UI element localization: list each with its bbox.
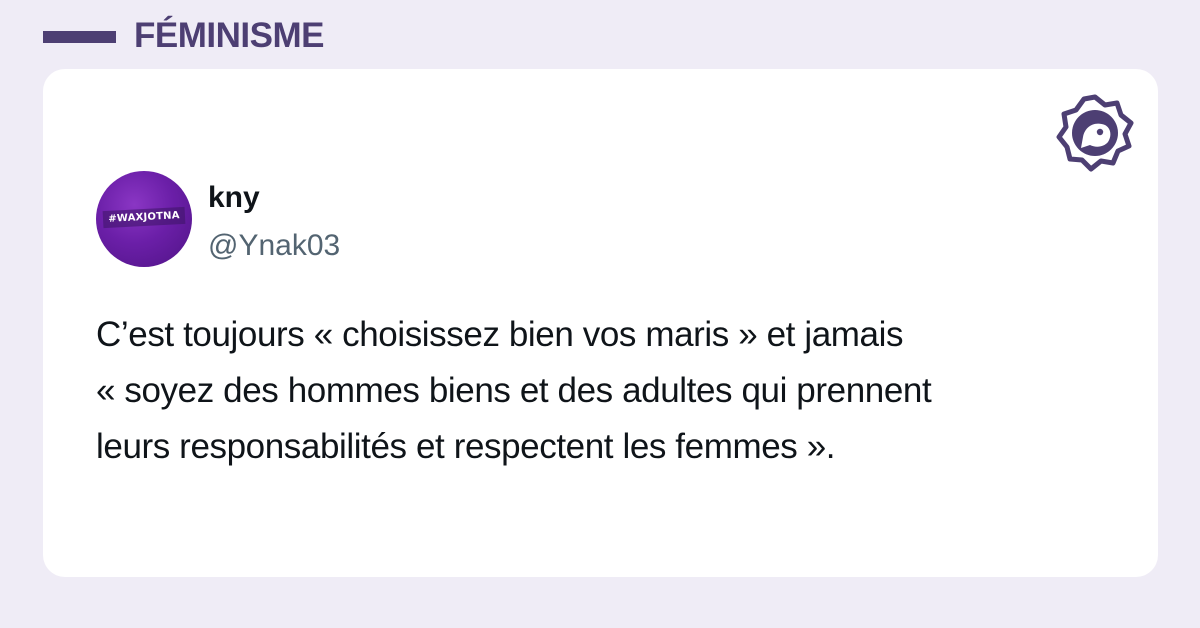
tweet-text-line: « soyez des hommes biens et des adultes … [96, 371, 932, 410]
author-handle[interactable]: @Ynak03 [208, 229, 340, 263]
page: FÉMINISME #WAXJOTNA kny @Ynak03 C’est to… [0, 0, 1200, 628]
bird-badge-icon [1056, 94, 1134, 172]
tweet-text: C’est toujours « choisissez bien vos mar… [96, 307, 1126, 475]
author-name[interactable]: kny [208, 181, 260, 215]
category-bar [43, 31, 116, 43]
avatar-text: #WAXJOTNA [102, 206, 186, 229]
tweet-card[interactable]: #WAXJOTNA kny @Ynak03 C’est toujours « c… [43, 69, 1158, 577]
tweet-text-line: C’est toujours « choisissez bien vos mar… [96, 315, 904, 354]
tweet-text-line: leurs responsabilités et respectent les … [96, 427, 836, 466]
avatar[interactable]: #WAXJOTNA [96, 171, 192, 267]
category-label[interactable]: FÉMINISME [134, 16, 324, 56]
